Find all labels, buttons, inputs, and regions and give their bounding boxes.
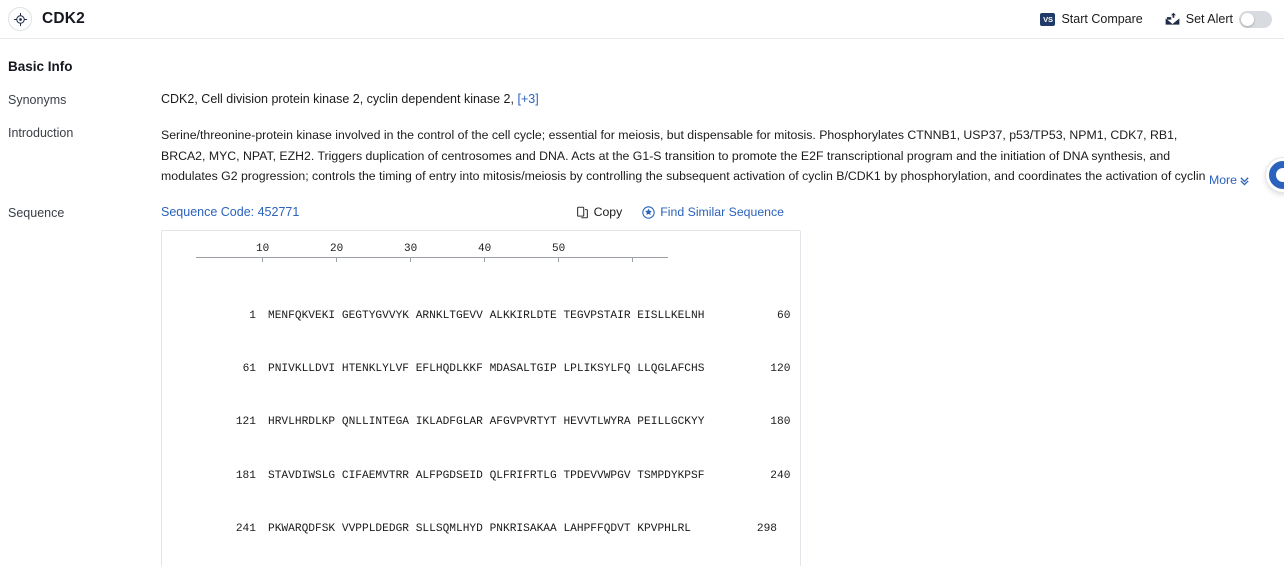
copy-icon	[576, 206, 589, 219]
seq-chunk: KPVPHLRL	[637, 523, 692, 536]
seq-chunk: EISLLKELNH	[637, 309, 705, 322]
sequence-header: Sequence Code: 452771 Copy Find Similar …	[161, 205, 1276, 219]
start-compare-label: Start Compare	[1061, 12, 1143, 26]
seq-chunk: HEVVTLWYRA	[563, 416, 631, 429]
sequence-residues: MENFQKVEKI GEGTYGVVYK ARNKLTGEVV ALKKIRL…	[256, 308, 704, 326]
sequence-start-index: 181	[235, 469, 256, 482]
seq-chunk: LPLIKSYLFQ	[563, 362, 631, 375]
seq-chunk: PEILLGCKYY	[637, 416, 705, 429]
sequence-label: Sequence	[8, 206, 65, 220]
seq-chunk: TEGVPSTAIR	[563, 309, 631, 322]
sequence-tools: Copy Find Similar Sequence	[576, 205, 1276, 219]
set-alert-control[interactable]: Set Alert	[1165, 10, 1272, 28]
start-compare-button[interactable]: VS Start Compare	[1040, 12, 1143, 26]
seq-chunk: TPDEVVWPGV	[563, 469, 631, 482]
sequence-residues: PKWARQDFSK VVPPLDEDGR SLLSQMLHYD PNKRISA…	[256, 521, 691, 539]
seq-chunk: HTENKLYLVF	[341, 362, 409, 375]
sequence-start-index: 241	[235, 523, 256, 536]
introduction-row: Introduction Serine/threonine-protein ki…	[8, 125, 1276, 187]
sequence-end-index: 180	[770, 416, 791, 429]
seq-chunk: GEGTYGVVYK	[341, 309, 409, 322]
introduction-more-button[interactable]: More	[1206, 173, 1250, 187]
seq-chunk: MDASALTGIP	[489, 362, 557, 375]
find-similar-sequence-button[interactable]: Find Similar Sequence	[642, 205, 784, 219]
sequence-end-index: 120	[770, 362, 791, 375]
seq-chunk: ALFPGDSEID	[415, 469, 483, 482]
seq-chunk: LAHPFFQDVT	[563, 523, 631, 536]
synonyms-more-link[interactable]: [+3]	[517, 92, 538, 106]
vs-badge-icon: VS	[1040, 12, 1056, 26]
sequence-ruler-line	[196, 257, 668, 263]
find-similar-label: Find Similar Sequence	[660, 205, 784, 219]
sequence-start-index: 61	[242, 362, 256, 375]
sequence-ruler-numbers: 10 20 30 40 50	[162, 243, 800, 257]
seq-chunk: STAVDIWSLG	[268, 469, 336, 482]
seq-chunk: EFLHQDLKKF	[415, 362, 483, 375]
seq-chunk: SLLSQMLHYD	[415, 523, 483, 536]
ruler-tick: 30	[404, 243, 418, 255]
seq-chunk: AFGVPVRTYT	[489, 416, 557, 429]
seq-chunk: ARNKLTGEVV	[415, 309, 483, 322]
ruler-tick: 20	[330, 243, 344, 255]
sequence-end-index: 240	[770, 469, 791, 482]
ruler-tick: 50	[552, 243, 566, 255]
sequence-line: 61 PNIVKLLDVI HTENKLYLVF EFLHQDLKKF MDAS…	[162, 361, 800, 379]
sequence-lines: 1 MENFQKVEKI GEGTYGVVYK ARNKLTGEVV ALKKI…	[162, 272, 800, 566]
seq-chunk: QLFRIFRTLG	[489, 469, 557, 482]
seq-chunk: CIFAEMVTRR	[341, 469, 409, 482]
header-actions: VS Start Compare Set Alert	[1040, 10, 1272, 28]
seq-chunk: LLQGLAFCHS	[637, 362, 705, 375]
seq-chunk: VVPPLDEDGR	[341, 523, 409, 536]
sequence-end-index: 298	[756, 523, 778, 536]
sequence-viewer[interactable]: 10 20 30 40 50 1 MENFQKVEKI GEGTYGVVYK A…	[161, 230, 801, 566]
page-content: Basic Info Synonyms CDK2, Cell division …	[0, 59, 1284, 566]
synonyms-row: Synonyms CDK2, Cell division protein kin…	[8, 92, 1276, 107]
seq-chunk: PKWARQDFSK	[268, 523, 336, 536]
ruler-tick: 10	[256, 243, 270, 255]
set-alert-toggle[interactable]	[1239, 10, 1272, 28]
ruler-ticks: 10 20 30 40 50	[196, 243, 668, 257]
sequence-line: 241 PKWARQDFSK VVPPLDEDGR SLLSQMLHYD PNK…	[162, 521, 800, 539]
alert-bell-icon	[1165, 12, 1180, 26]
synonyms-label: Synonyms	[8, 93, 67, 107]
sequence-line: 181 STAVDIWSLG CIFAEMVTRR ALFPGDSEID QLF…	[162, 468, 800, 486]
sequence-line: 1 MENFQKVEKI GEGTYGVVYK ARNKLTGEVV ALKKI…	[162, 308, 800, 326]
seq-chunk: PNKRISAKAA	[489, 523, 557, 536]
copy-label: Copy	[593, 205, 623, 219]
seq-chunk: HRVLHRDLKP	[268, 416, 336, 429]
more-label: More	[1208, 173, 1237, 187]
sequence-residues: HRVLHRDLKP QNLLINTEGA IKLADFGLAR AFGVPVR…	[256, 414, 704, 432]
sequence-start-index: 1	[249, 309, 256, 322]
seq-chunk: IKLADFGLAR	[415, 416, 483, 429]
sequence-start-index: 121	[235, 416, 256, 429]
find-similar-icon	[642, 205, 655, 219]
copy-sequence-button[interactable]: Copy	[576, 205, 623, 219]
seq-chunk: TSMPDYKPSF	[637, 469, 705, 482]
app-header: CDK2 VS Start Compare Set Alert	[0, 0, 1284, 39]
chevron-double-down-icon	[1239, 175, 1250, 186]
introduction-label: Introduction	[8, 126, 74, 140]
sequence-line: 121 HRVLHRDLKP QNLLINTEGA IKLADFGLAR AFG…	[162, 414, 800, 432]
seq-chunk: ALKKIRLDTE	[489, 309, 557, 322]
seq-chunk: QNLLINTEGA	[341, 416, 409, 429]
seq-chunk: PNIVKLLDVI	[268, 362, 336, 375]
synonyms-value: CDK2, Cell division protein kinase 2, cy…	[161, 92, 514, 106]
sequence-end-index: 60	[777, 309, 791, 322]
sequence-residues: STAVDIWSLG CIFAEMVTRR ALFPGDSEID QLFRIFR…	[256, 468, 704, 486]
page-title: CDK2	[42, 10, 86, 27]
basic-info-heading: Basic Info	[8, 59, 73, 74]
introduction-text: Serine/threonine-protein kinase involved…	[161, 128, 1206, 183]
sequence-residues: PNIVKLLDVI HTENKLYLVF EFLHQDLKKF MDASALT…	[256, 361, 704, 379]
seq-chunk: MENFQKVEKI	[268, 309, 336, 322]
sequence-code-link[interactable]: Sequence Code: 452771	[161, 205, 299, 219]
sequence-row: Sequence Sequence Code: 452771 Copy Find…	[8, 205, 1276, 566]
set-alert-label: Set Alert	[1185, 12, 1233, 26]
ruler-tick: 40	[478, 243, 492, 255]
target-crosshair-icon	[8, 7, 32, 31]
